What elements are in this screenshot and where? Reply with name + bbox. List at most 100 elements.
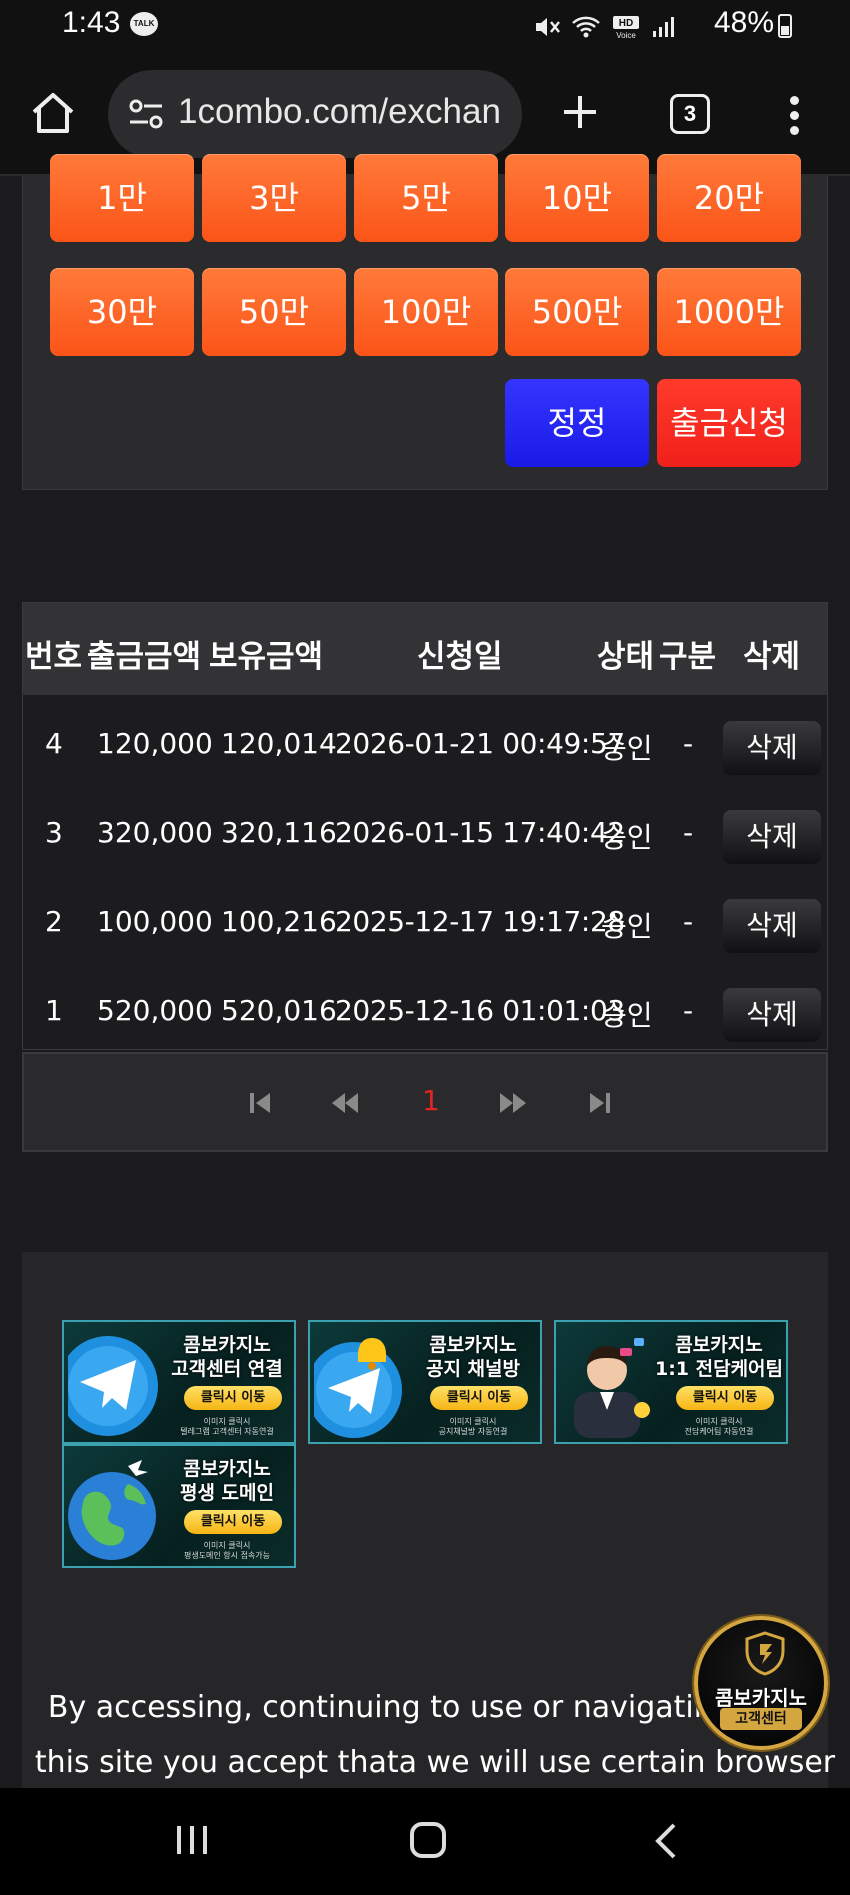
tab-switcher-button[interactable]: 3 xyxy=(670,94,710,134)
amount-button-100[interactable]: 100만 xyxy=(354,268,498,356)
address-bar[interactable]: 1combo.com/exchan xyxy=(108,70,522,158)
cell-amount: 520,000 xyxy=(97,994,213,1027)
telegram-bell-icon xyxy=(314,1338,402,1438)
header-date: 신청일 xyxy=(417,639,503,675)
amount-button-1000[interactable]: 1000만 xyxy=(657,268,801,356)
table-row: 1 520,000 520,016 2025-12-16 01:01:03 승인… xyxy=(23,970,827,1058)
status-icons: HD Voice xyxy=(533,14,675,40)
back-icon[interactable] xyxy=(654,1822,678,1860)
cell-balance: 520,016 xyxy=(221,994,337,1027)
cookie-notice-line-2: this site you accept thata we will use c… xyxy=(34,1745,836,1780)
svg-text:Voice: Voice xyxy=(616,31,636,40)
banner-note-2: 공지채널방 자동연결 xyxy=(438,1427,508,1436)
customer-center-floating-button[interactable]: 콤보카지노 고객센터 xyxy=(694,1616,828,1750)
header-type: 구분 xyxy=(659,639,717,675)
status-bar: 1:43 TALK HD Voice 48% xyxy=(0,0,850,52)
cell-date: 2025-12-16 01:01:03 xyxy=(335,994,625,1027)
cell-date: 2025-12-17 19:17:28 xyxy=(335,905,625,938)
table-header: 번호 출금금액 보유금액 신청일 상태 구분 삭제 xyxy=(23,603,827,695)
hd-label: HD xyxy=(619,18,633,29)
banner-cta[interactable]: 클릭시 이동 xyxy=(676,1386,774,1410)
kakaotalk-icon: TALK xyxy=(130,12,158,36)
amount-button-10[interactable]: 10만 xyxy=(505,154,649,242)
banner-lifetime-domain[interactable]: 콤보카지노 평생 도메인 클릭시 이동 이미지 클릭시 평생도메인 항시 접속가… xyxy=(62,1444,296,1568)
cell-date: 2026-01-15 17:40:42 xyxy=(335,816,625,849)
badge-title: 콤보카지노 xyxy=(715,1686,807,1710)
cell-type: - xyxy=(683,727,694,760)
badge-subtitle: 고객센터 xyxy=(720,1708,802,1730)
cell-status: 승인 xyxy=(601,999,653,1032)
status-time: 1:43 xyxy=(62,6,121,39)
withdraw-request-button[interactable]: 출금신청 xyxy=(657,379,801,467)
banner-subtitle: 공지 채널방 xyxy=(425,1358,520,1380)
amount-button-5[interactable]: 5만 xyxy=(354,154,498,242)
banner-subtitle: 고객센터 연결 xyxy=(171,1358,283,1380)
url-text[interactable]: 1combo.com/exchan xyxy=(178,92,518,132)
signal-icon xyxy=(653,17,674,37)
site-settings-icon[interactable] xyxy=(128,98,164,130)
cell-no: 3 xyxy=(45,816,63,849)
reset-button[interactable]: 정정 xyxy=(505,379,649,467)
mute-icon xyxy=(536,18,560,36)
banner-title: 콤보카지노 xyxy=(675,1334,763,1356)
current-page-number[interactable]: 1 xyxy=(422,1084,440,1117)
cell-date: 2026-01-21 00:49:57 xyxy=(335,727,625,760)
banner-cta[interactable]: 클릭시 이동 xyxy=(430,1386,528,1410)
cell-type: - xyxy=(683,816,694,849)
withdraw-history-table: 번호 출금금액 보유금액 신청일 상태 구분 삭제 4 120,000 120,… xyxy=(22,602,828,1050)
banner-notice-channel[interactable]: 콤보카지노 공지 채널방 클릭시 이동 이미지 클릭시 공지채널방 자동연결 xyxy=(308,1320,542,1444)
header-status: 상태 xyxy=(597,639,655,675)
recent-apps-icon[interactable] xyxy=(174,1824,210,1856)
cell-amount: 320,000 xyxy=(97,816,213,849)
more-menu-icon[interactable] xyxy=(790,96,800,136)
system-home-button[interactable] xyxy=(410,1822,446,1858)
globe-icon xyxy=(68,1460,156,1560)
banner-care-team[interactable]: 콤보카지노 1:1 전담케어팀 클릭시 이동 이미지 클릭시 전담케어팀 자동연… xyxy=(554,1320,788,1444)
delete-button[interactable]: 삭제 xyxy=(723,721,821,775)
delete-button[interactable]: 삭제 xyxy=(723,810,821,864)
table-row: 2 100,000 100,216 2025-12-17 19:17:28 승인… xyxy=(23,881,827,969)
last-page-icon[interactable] xyxy=(584,1088,614,1118)
agent-avatar xyxy=(574,1338,650,1438)
amount-button-50[interactable]: 50만 xyxy=(202,268,346,356)
cell-status: 승인 xyxy=(601,821,653,854)
battery-percent: 48% xyxy=(713,6,774,39)
header-delete: 삭제 xyxy=(743,639,801,675)
amount-button-30[interactable]: 30만 xyxy=(50,268,194,356)
amount-panel: 1만 3만 5만 10만 20만 30만 50만 100만 500만 1000만… xyxy=(22,154,828,490)
prev-page-icon[interactable] xyxy=(330,1088,360,1118)
new-tab-icon[interactable] xyxy=(560,92,600,132)
banner-customer-center[interactable]: 콤보카지노 고객센터 연결 클릭시 이동 이미지 클릭시 텔레그램 고객센터 자… xyxy=(62,1320,296,1444)
cell-status: 승인 xyxy=(601,732,653,765)
amount-button-500[interactable]: 500만 xyxy=(505,268,649,356)
shield-icon xyxy=(745,1631,785,1676)
cell-type: - xyxy=(683,905,694,938)
cell-no: 4 xyxy=(45,727,63,760)
cell-balance: 320,116 xyxy=(221,816,337,849)
cell-type: - xyxy=(683,994,694,1027)
header-amount: 출금금액 xyxy=(87,639,202,675)
telegram-icon xyxy=(68,1336,158,1436)
cell-no: 2 xyxy=(45,905,63,938)
banner-note-2: 전담케어팀 자동연결 xyxy=(684,1427,754,1436)
banner-cta[interactable]: 클릭시 이동 xyxy=(184,1386,282,1410)
next-page-icon[interactable] xyxy=(498,1088,528,1118)
hd-voice-icon: HD Voice xyxy=(613,16,639,40)
pagination: 1 xyxy=(22,1052,828,1152)
first-page-icon[interactable] xyxy=(246,1088,276,1118)
battery-icon xyxy=(778,14,792,38)
header-balance: 보유금액 xyxy=(209,639,324,675)
amount-button-3[interactable]: 3만 xyxy=(202,154,346,242)
cell-status: 승인 xyxy=(601,910,653,943)
home-icon[interactable] xyxy=(30,90,76,136)
delete-button[interactable]: 삭제 xyxy=(723,988,821,1042)
banner-cta[interactable]: 클릭시 이동 xyxy=(184,1510,282,1534)
wifi-icon xyxy=(572,16,600,38)
banner-title: 콤보카지노 xyxy=(183,1334,271,1356)
amount-button-20[interactable]: 20만 xyxy=(657,154,801,242)
table-row: 3 320,000 320,116 2026-01-15 17:40:42 승인… xyxy=(23,792,827,880)
amount-button-1[interactable]: 1만 xyxy=(50,154,194,242)
cell-amount: 120,000 xyxy=(97,727,213,760)
delete-button[interactable]: 삭제 xyxy=(723,899,821,953)
banner-title: 콤보카지노 xyxy=(429,1334,517,1356)
